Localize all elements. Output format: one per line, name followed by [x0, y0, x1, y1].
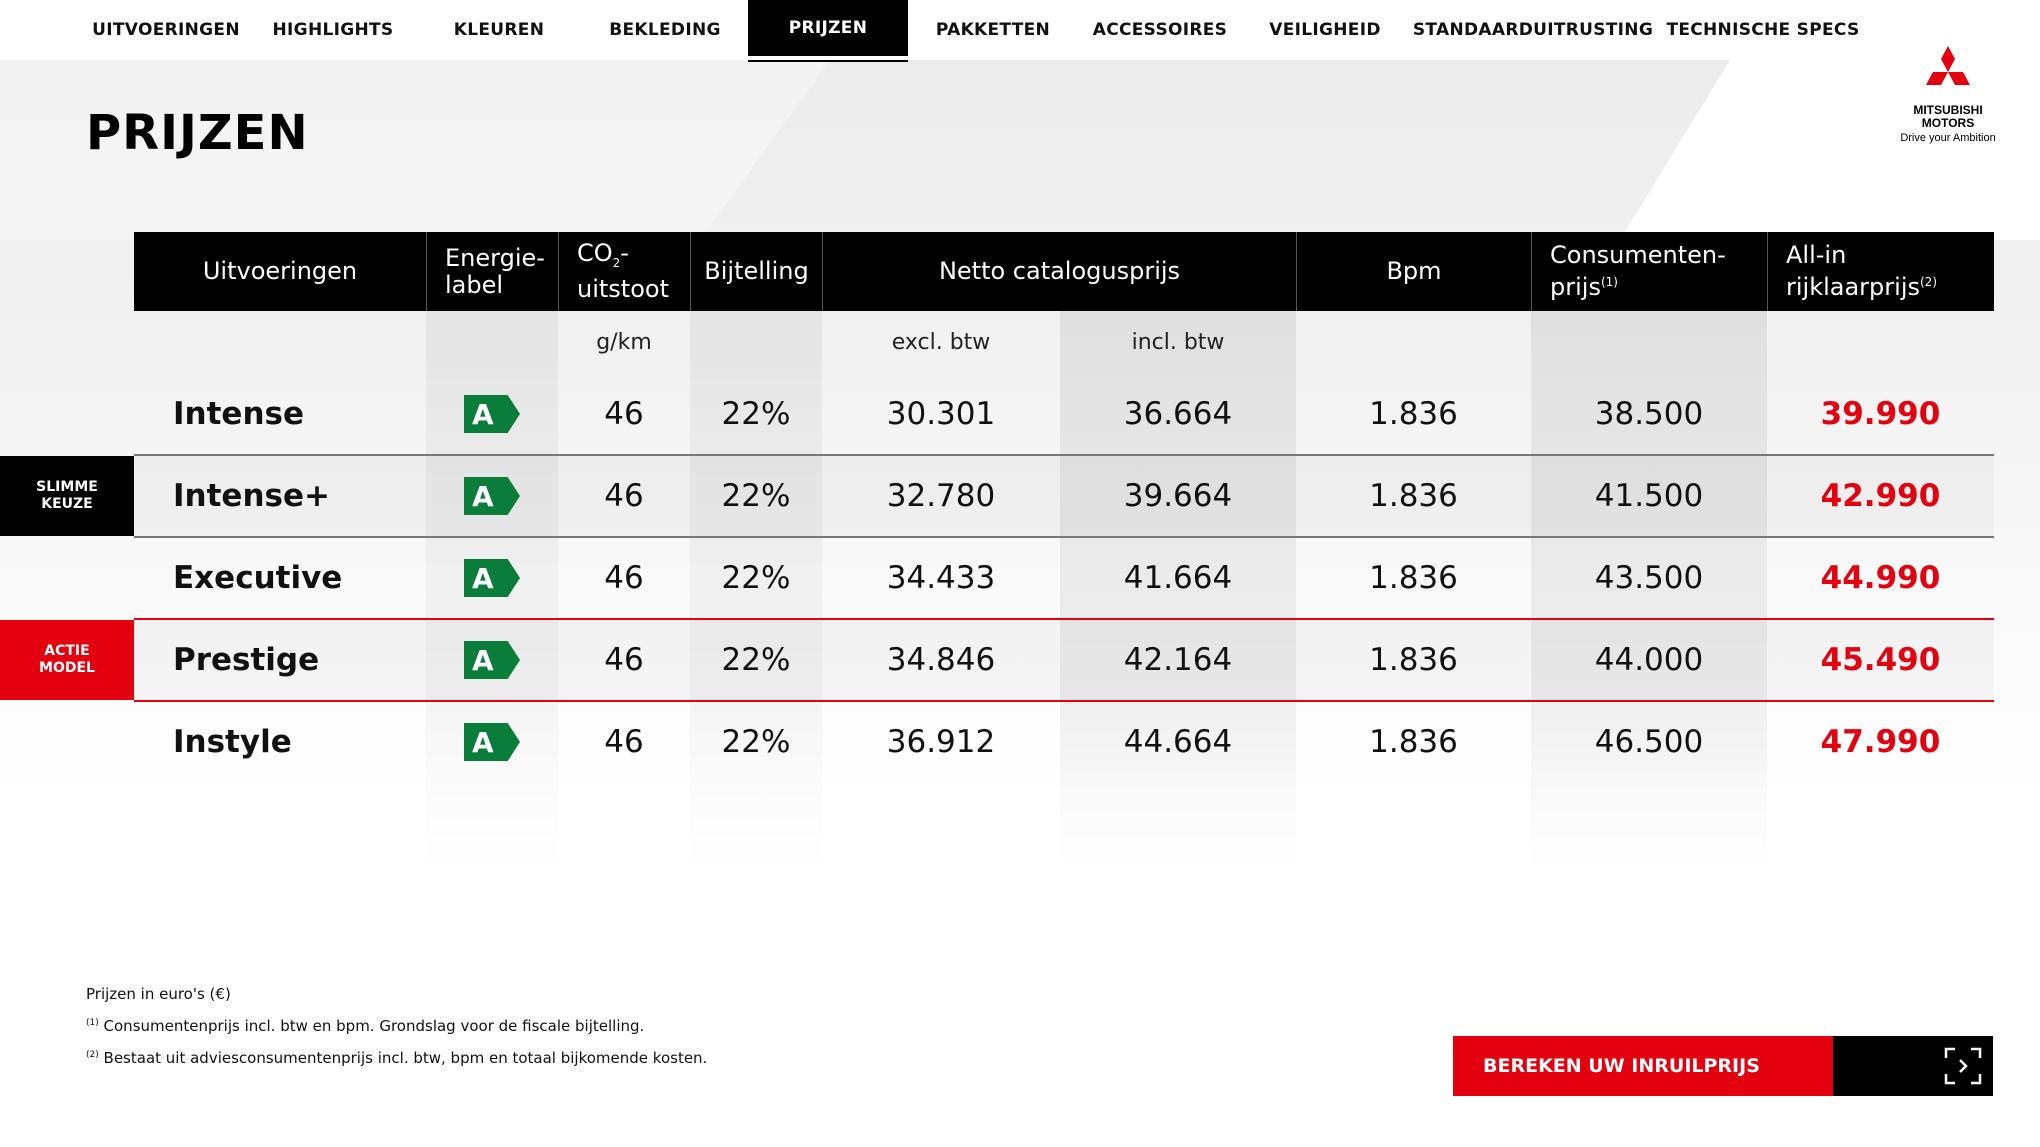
header-consumentenprijs: Consumenten-prijs(1): [1531, 232, 1767, 311]
top-navigation: UITVOERINGEN HIGHLIGHTS KLEUREN BEKLEDIN…: [0, 0, 2040, 62]
consumentenprijs-value: 43.500: [1594, 560, 1704, 596]
excl-btw-value: 34.433: [886, 560, 996, 596]
allin-price-value: 42.990: [1820, 478, 1941, 514]
footnote-2: (2) Bestaat uit adviesconsumentenprijs i…: [86, 1049, 708, 1067]
co2-value: 46: [604, 396, 644, 432]
excl-btw-value: 36.912: [886, 724, 996, 760]
header-bijtelling: Bijtelling: [690, 232, 822, 311]
row-name: Intense+: [173, 478, 330, 514]
nav-item-bekleding[interactable]: BEKLEDING: [582, 0, 748, 60]
bpm-value: 1.836: [1369, 478, 1458, 514]
row-name: Executive: [173, 560, 343, 596]
nav-item-highlights[interactable]: HIGHLIGHTS: [250, 0, 416, 60]
bpm-value: 1.836: [1369, 724, 1458, 760]
energy-label-a-badge: A: [464, 641, 520, 679]
header-co2-uitstoot: CO2- uitstoot: [558, 232, 690, 311]
nav-item-accessoires[interactable]: ACCESSOIRES: [1078, 0, 1242, 60]
subheader-incl-btw: incl. btw: [1131, 330, 1225, 355]
energy-label-a-badge: A: [464, 559, 520, 597]
bereken-inruilprijs-button[interactable]: BEREKEN UW INRUILPRIJS: [1453, 1036, 1993, 1096]
row-name: Prestige: [173, 642, 320, 678]
header-energielabel: Energie-label: [426, 232, 558, 311]
nav-item-prijzen[interactable]: PRIJZEN: [748, 0, 908, 62]
consumentenprijs-value: 44.000: [1594, 642, 1704, 678]
excl-btw-value: 34.846: [886, 642, 996, 678]
incl-btw-value: 44.664: [1123, 724, 1233, 760]
bpm-value: 1.836: [1369, 642, 1458, 678]
nav-item-technische-specs[interactable]: TECHNISCHE SPECS: [1658, 0, 1868, 60]
row-name: Intense: [173, 396, 304, 432]
excl-btw-value: 32.780: [886, 478, 996, 514]
consumentenprijs-value: 46.500: [1594, 724, 1704, 760]
table-subheader: g/km excl. btw incl. btw: [134, 311, 1994, 374]
header-uitvoeringen: Uitvoeringen: [202, 257, 358, 285]
header-netto-catalogusprijs: Netto catalogusprijs: [822, 232, 1296, 311]
footnote-currency: Prijzen in euro's (€): [86, 985, 231, 1003]
row-name: Instyle: [173, 724, 292, 760]
nav-item-pakketten[interactable]: PAKKETTEN: [908, 0, 1078, 60]
subheader-co2-unit: g/km: [596, 330, 652, 355]
header-allin-rijklaarprijs: All-in rijklaarprijs(2): [1767, 232, 1994, 311]
footnote-1: (1) Consumentenprijs incl. btw en bpm. G…: [86, 1017, 645, 1035]
bijtelling-value: 22%: [721, 396, 791, 432]
fullscreen-expand-button[interactable]: [1833, 1036, 1993, 1096]
page-title: PRIJZEN: [86, 105, 309, 161]
nav-item-standaarduitrusting[interactable]: STANDAARDUITRUSTING: [1408, 0, 1658, 60]
bpm-value: 1.836: [1369, 396, 1458, 432]
table-row-executive: Executive A 46 22% 34.433 41.664 1.836 4…: [134, 538, 1994, 620]
nav-item-kleuren[interactable]: KLEUREN: [416, 0, 582, 60]
footnotes: Prijzen in euro's (€) (1) Consumentenpri…: [86, 985, 707, 1081]
co2-value: 46: [604, 724, 644, 760]
incl-btw-value: 36.664: [1123, 396, 1233, 432]
energy-label-cell: A: [426, 538, 558, 618]
nav-item-uitvoeringen[interactable]: UITVOERINGEN: [82, 0, 250, 60]
cta-label[interactable]: BEREKEN UW INRUILPRIJS: [1453, 1036, 1833, 1096]
slimme-keuze-tag: SLIMME KEUZE: [0, 456, 134, 536]
three-diamonds-icon: [1926, 46, 1970, 85]
bpm-value: 1.836: [1369, 560, 1458, 596]
energy-label-cell: A: [426, 620, 558, 700]
co2-value: 46: [604, 642, 644, 678]
allin-price-value: 47.990: [1820, 724, 1941, 760]
bijtelling-value: 22%: [721, 478, 791, 514]
allin-price-value: 45.490: [1820, 642, 1941, 678]
table-row-intense: Intense A 46 22% 30.301 36.664 1.836 38.…: [134, 374, 1994, 456]
table-row-intense-plus: Intense+ A 46 22% 32.780 39.664 1.836 41…: [134, 456, 1994, 538]
subheader-excl-btw: excl. btw: [891, 330, 991, 355]
incl-btw-value: 42.164: [1123, 642, 1233, 678]
co2-value: 46: [604, 560, 644, 596]
co2-value: 46: [604, 478, 644, 514]
energy-label-a-badge: A: [464, 477, 520, 515]
fullscreen-expand-icon: [1944, 1047, 1982, 1085]
header-bpm: Bpm: [1296, 232, 1531, 311]
incl-btw-value: 39.664: [1123, 478, 1233, 514]
table-row-prestige: Prestige A 46 22% 34.846 42.164 1.836 44…: [134, 620, 1994, 702]
allin-price-value: 44.990: [1820, 560, 1941, 596]
excl-btw-value: 30.301: [886, 396, 996, 432]
energy-label-cell: A: [426, 374, 558, 454]
mitsubishi-logo[interactable]: MITSUBISHI MOTORS Drive your Ambition: [1888, 46, 2008, 144]
energy-label-cell: A: [426, 456, 558, 536]
logo-brand-line2: MOTORS: [1921, 116, 1975, 130]
actie-model-tag: ACTIE MODEL: [0, 620, 134, 700]
consumentenprijs-value: 41.500: [1594, 478, 1704, 514]
nav-item-veiligheid[interactable]: VEILIGHEID: [1242, 0, 1408, 60]
energy-label-a-badge: A: [464, 723, 520, 761]
logo-tagline: Drive your Ambition: [1900, 132, 1996, 144]
table-row-instyle: Instyle A 46 22% 36.912 44.664 1.836 46.…: [134, 702, 1994, 782]
bijtelling-value: 22%: [721, 724, 791, 760]
allin-price-value: 39.990: [1820, 396, 1941, 432]
consumentenprijs-value: 38.500: [1594, 396, 1704, 432]
bijtelling-value: 22%: [721, 560, 791, 596]
table-header: Uitvoeringen Energie-label CO2- uitstoot …: [134, 232, 1994, 311]
energy-label-a-badge: A: [464, 395, 520, 433]
energy-label-cell: A: [426, 702, 558, 782]
incl-btw-value: 41.664: [1123, 560, 1233, 596]
bijtelling-value: 22%: [721, 642, 791, 678]
